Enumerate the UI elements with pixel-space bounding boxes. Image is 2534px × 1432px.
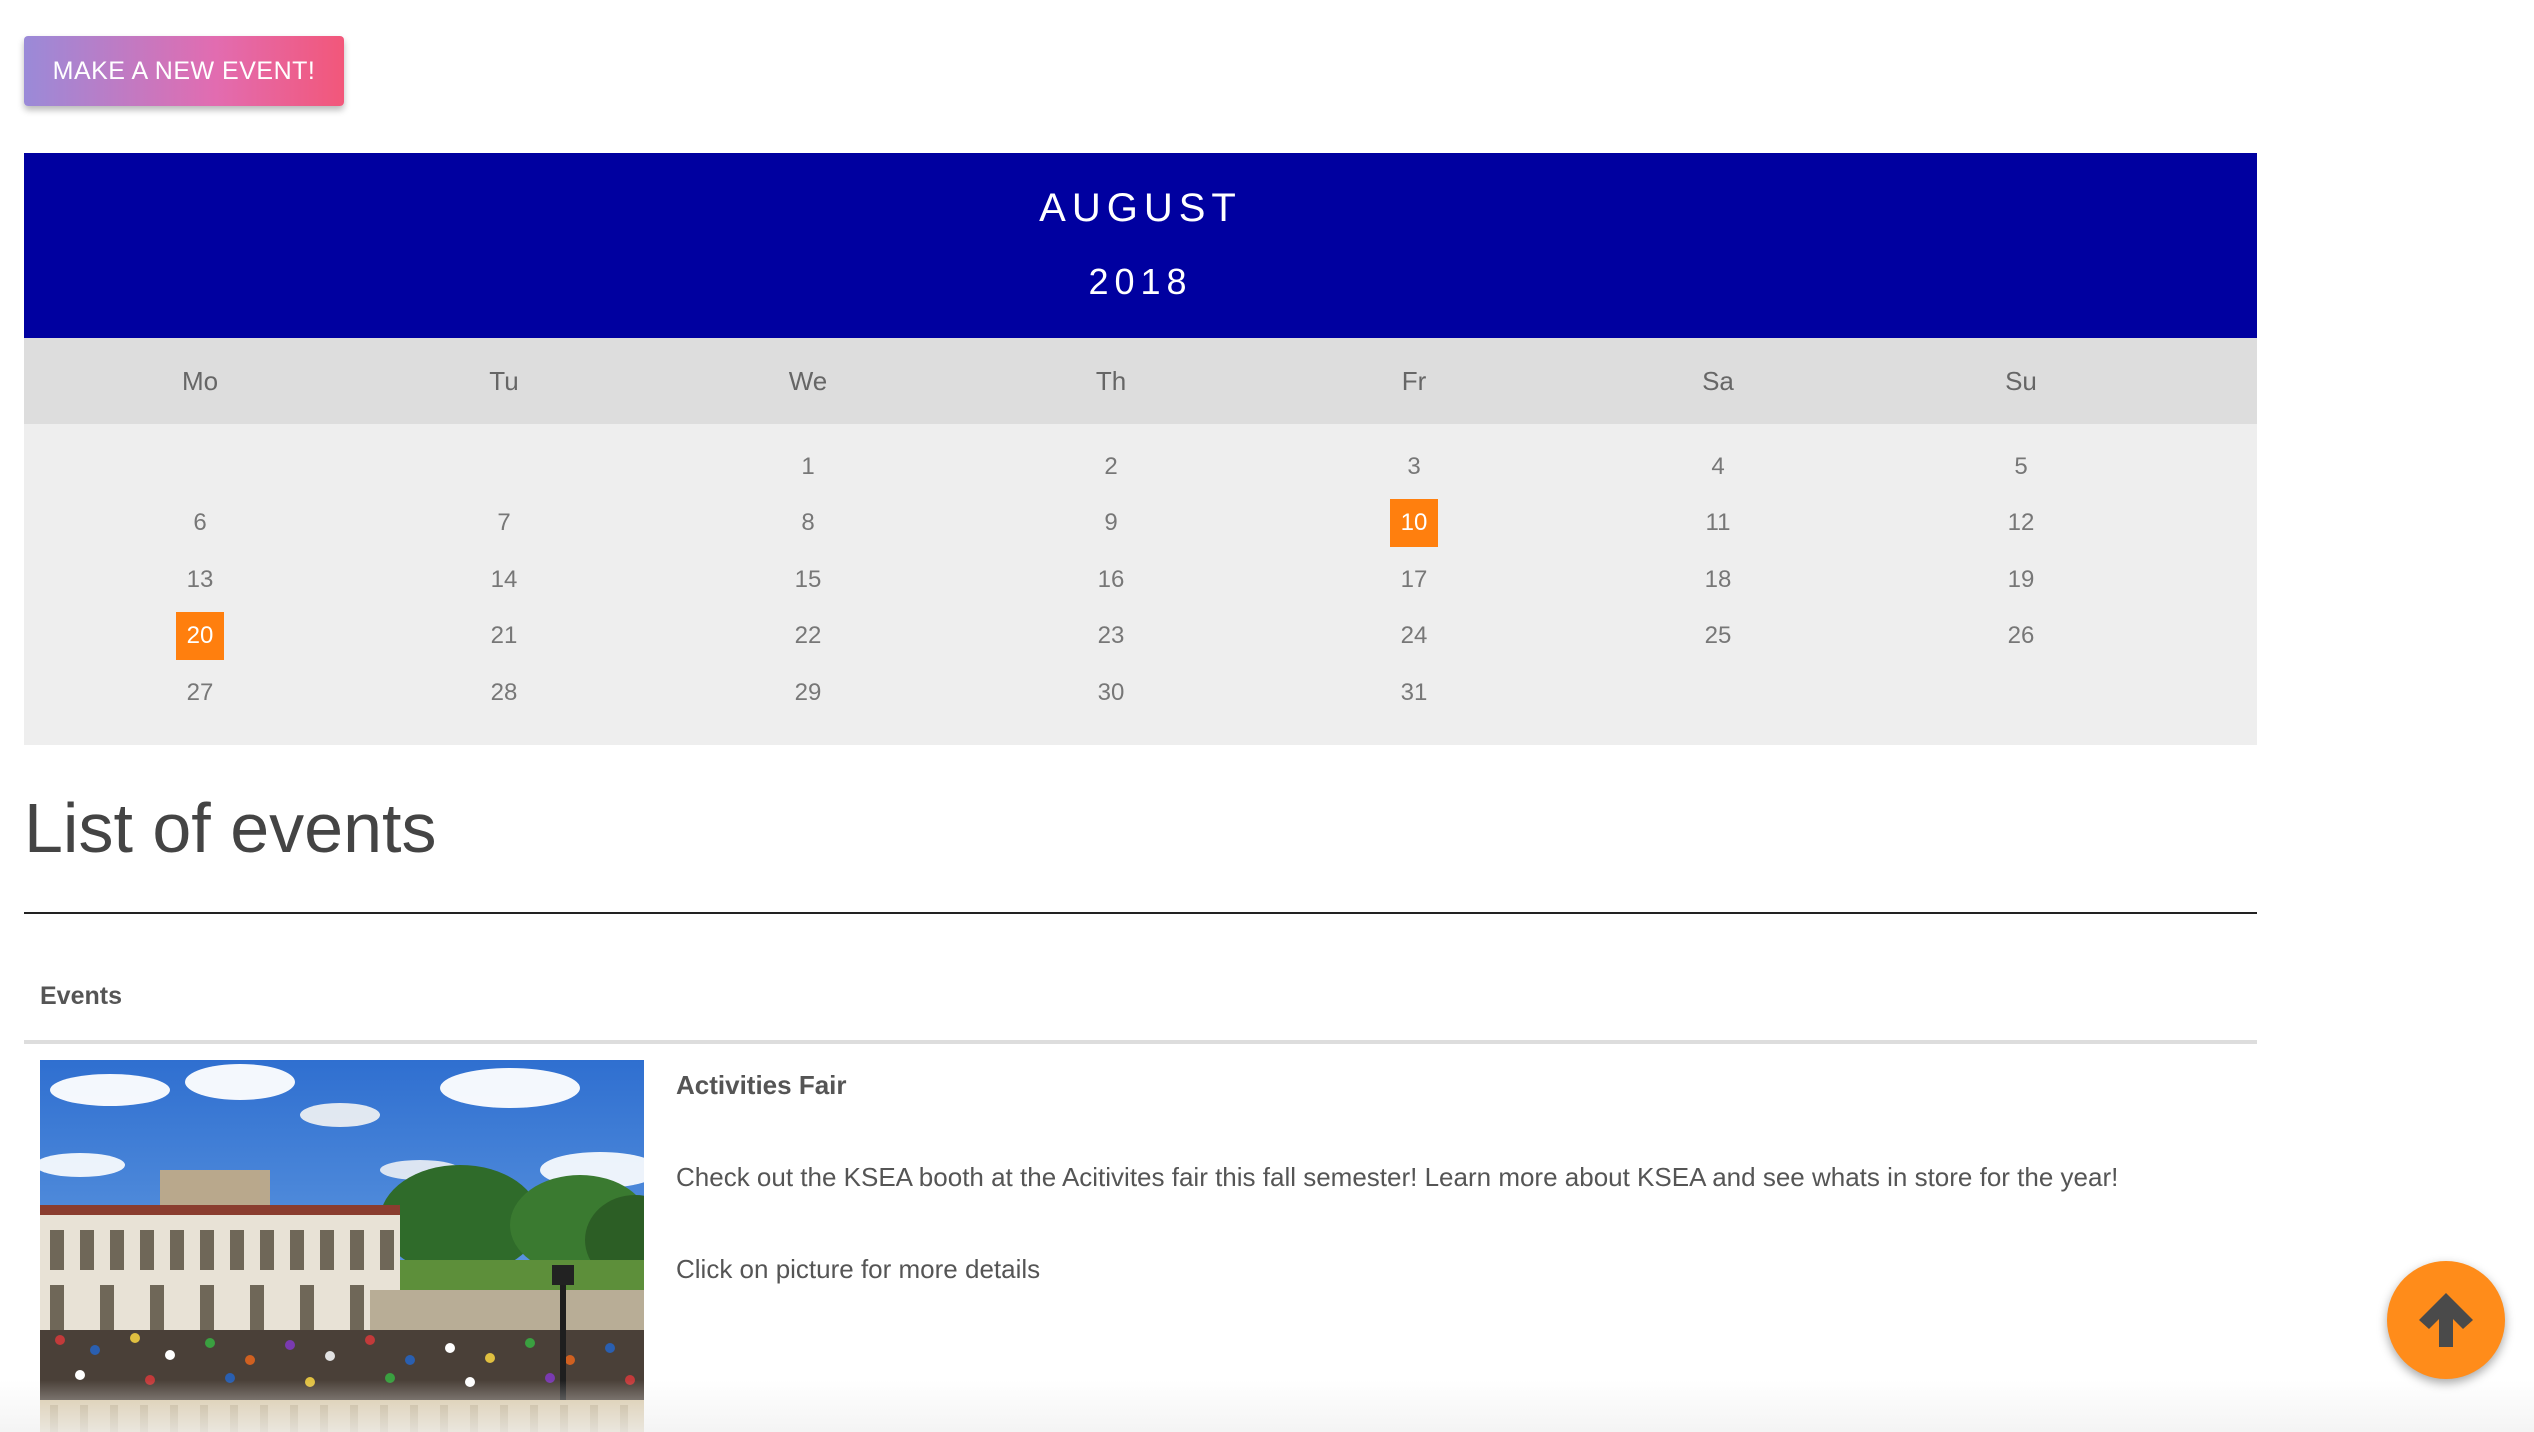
calendar-day[interactable]: 6	[176, 499, 224, 547]
weekday-sa: Sa	[1702, 366, 1734, 396]
weekday-tu: Tu	[489, 366, 519, 396]
calendar-day[interactable]: 27	[176, 669, 224, 717]
calendar-day[interactable]: 21	[480, 612, 528, 660]
calendar-year: 2018	[1088, 261, 1193, 302]
calendar-day[interactable]: 26	[1997, 612, 2045, 660]
calendar-day[interactable]: 23	[1087, 612, 1135, 660]
calendar: AUGUST 2018 Mo Tu We Th Fr Sa Su 1234567…	[24, 153, 2257, 745]
calendar-days-grid: 1 2 3 4 5 6 7 8 9 10 11 12 13 14 15 16 17 18 19 20 21 22 23 24 2…	[24, 424, 2257, 745]
weekday-mo: Mo	[181, 366, 219, 396]
event-row: Activities Fair Check out the KSEA booth…	[24, 1060, 2257, 1432]
make-new-event-button[interactable]: MAKE A NEW EVENT!	[24, 36, 344, 106]
calendar-day[interactable]: 15	[784, 556, 832, 604]
calendar-day[interactable]: 18	[1694, 556, 1742, 604]
weekday-th: Th	[1095, 366, 1127, 396]
arrow-up-icon	[2419, 1293, 2473, 1347]
calendar-day[interactable]: 5	[1997, 443, 2045, 491]
calendar-month: AUGUST	[1039, 186, 1242, 230]
calendar-day[interactable]: 11	[1694, 499, 1742, 547]
calendar-day[interactable]: 12	[1997, 499, 2045, 547]
calendar-day[interactable]: 29	[784, 669, 832, 717]
calendar-day[interactable]: 1	[784, 443, 832, 491]
calendar-day[interactable]: 8	[784, 499, 832, 547]
calendar-day[interactable]: 22	[784, 612, 832, 660]
calendar-day[interactable]: 16	[1087, 556, 1135, 604]
calendar-day[interactable]: 28	[480, 669, 528, 717]
event-description: Check out the KSEA booth at the Acitivit…	[676, 1162, 2119, 1192]
calendar-day[interactable]: 19	[1997, 556, 2045, 604]
scroll-to-top-button[interactable]	[2387, 1261, 2505, 1379]
calendar-weekdays: Mo Tu We Th Fr Sa Su	[24, 338, 2257, 424]
weekday-we: We	[788, 366, 828, 396]
calendar-day[interactable]: 9	[1087, 499, 1135, 547]
calendar-header: AUGUST 2018	[24, 153, 2257, 338]
calendar-day[interactable]: 17	[1390, 556, 1438, 604]
weekday-su: Su	[2005, 366, 2037, 396]
calendar-day[interactable]: 14	[480, 556, 528, 604]
calendar-day[interactable]: 10	[1390, 499, 1438, 547]
page: MAKE A NEW EVENT! AUGUST 2018 Mo Tu We T…	[0, 0, 2534, 1432]
calendar-day[interactable]: 2	[1087, 443, 1135, 491]
events-column-header: Events	[40, 982, 122, 1010]
event-photo[interactable]	[40, 1060, 644, 1432]
event-title: Activities Fair	[676, 1070, 847, 1100]
divider	[24, 912, 2257, 914]
list-of-events-heading: List of events	[24, 789, 437, 867]
calendar-day[interactable]: 31	[1390, 669, 1438, 717]
calendar-day[interactable]: 7	[480, 499, 528, 547]
event-more-details: Click on picture for more details	[676, 1254, 1041, 1284]
calendar-day[interactable]: 24	[1390, 612, 1438, 660]
calendar-day[interactable]: 25	[1694, 612, 1742, 660]
calendar-day[interactable]: 3	[1390, 443, 1438, 491]
calendar-day[interactable]: 30	[1087, 669, 1135, 717]
calendar-day[interactable]: 13	[176, 556, 224, 604]
weekday-fr: Fr	[1401, 366, 1427, 396]
calendar-day[interactable]: 4	[1694, 443, 1742, 491]
calendar-day[interactable]: 20	[176, 612, 224, 660]
events-table-header: Events	[24, 968, 2257, 1044]
